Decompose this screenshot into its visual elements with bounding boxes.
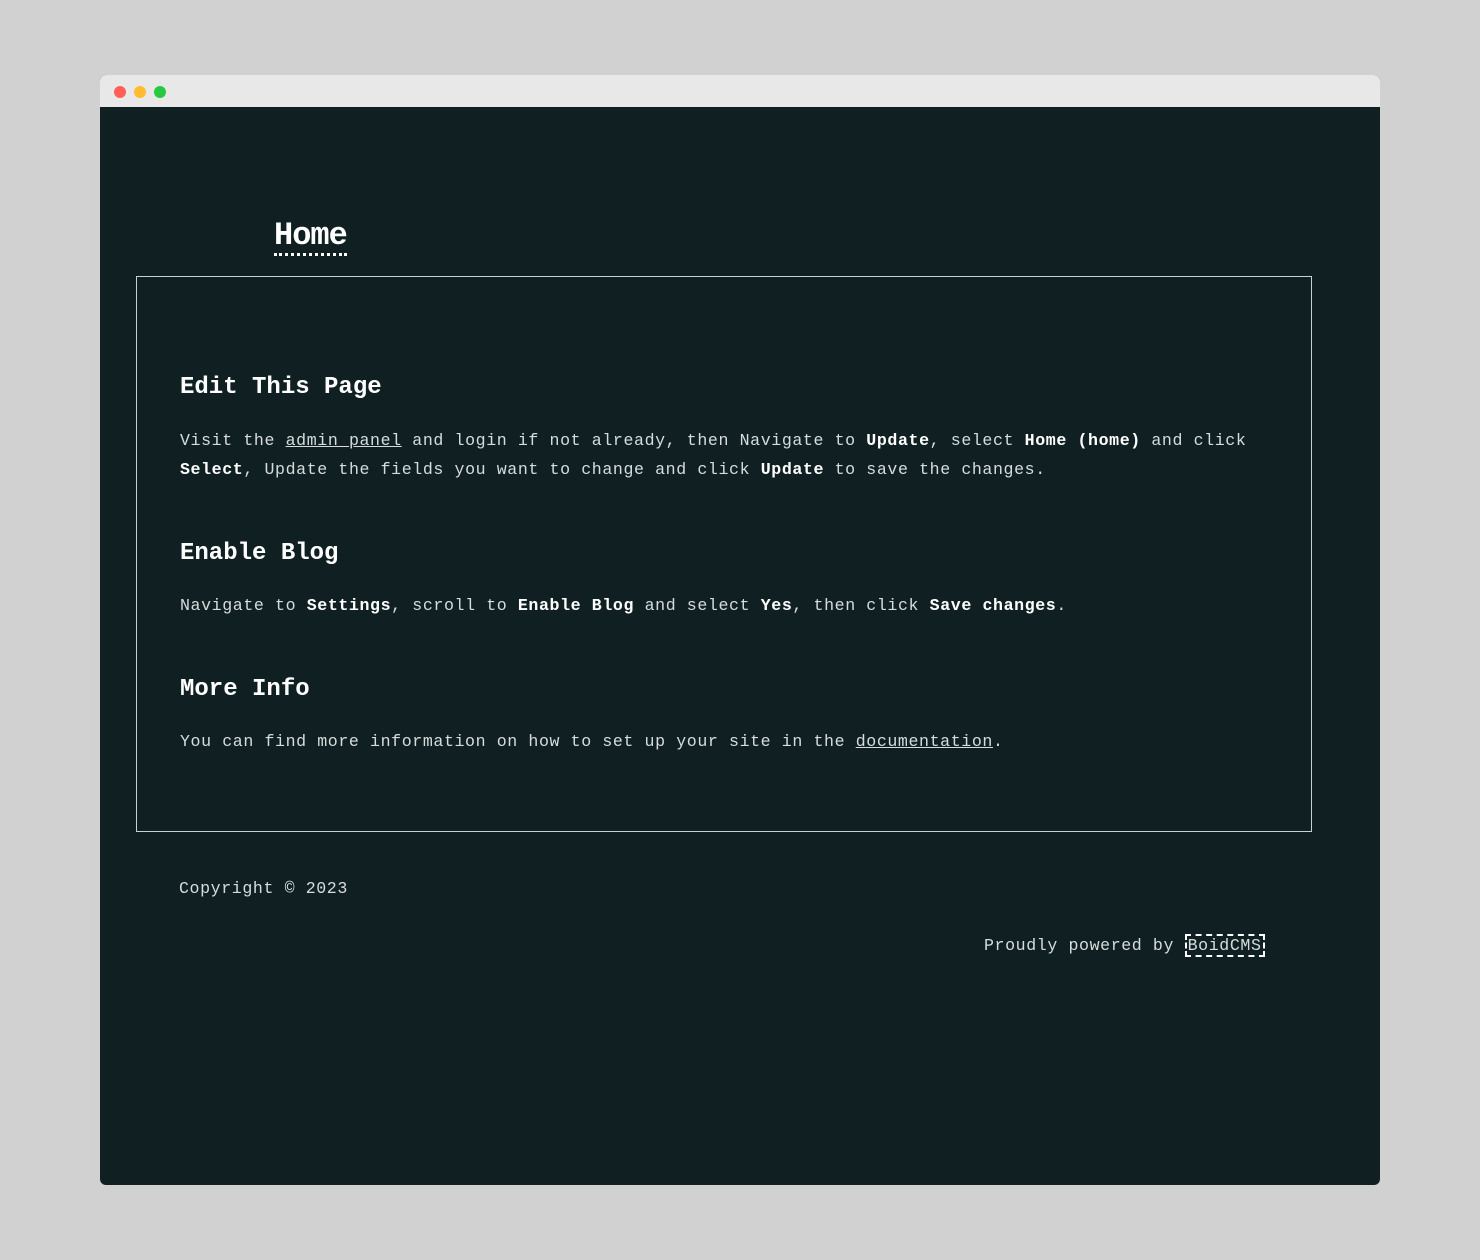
text: and click <box>1140 431 1247 450</box>
bold-text: Update <box>866 431 930 450</box>
bold-text: Settings <box>306 596 392 615</box>
text: You can find more information on how to … <box>180 732 856 751</box>
section-heading: Enable Blog <box>180 540 339 567</box>
bold-text: Yes <box>760 596 793 615</box>
section-paragraph: Navigate to Settings, scroll to Enable B… <box>180 591 1250 620</box>
text: Proudly powered by <box>984 936 1185 955</box>
window-titlebar <box>100 75 1380 107</box>
text: . <box>1056 596 1067 615</box>
text: , then click <box>792 596 930 615</box>
close-window-button[interactable] <box>114 86 126 98</box>
documentation-link[interactable]: documentation <box>856 732 993 751</box>
text: to save the changes. <box>824 460 1046 479</box>
text: , select <box>929 431 1025 450</box>
text: Navigate to <box>180 596 307 615</box>
bold-text: Select <box>180 460 244 479</box>
admin-panel-link[interactable]: admin panel <box>286 431 402 450</box>
section-paragraph: Visit the admin panel and login if not a… <box>180 426 1250 484</box>
bold-text: Update <box>760 460 825 479</box>
site-title-link[interactable]: Home <box>274 219 348 256</box>
bold-text: Enable Blog <box>517 596 635 615</box>
main-content-box: Edit This Page Visit the admin panel and… <box>136 276 1312 832</box>
section-heading: More Info <box>180 676 310 703</box>
browser-window: Home Edit This Page Visit the admin pane… <box>100 75 1380 1185</box>
text: , Update the fields you want to change a… <box>243 460 761 479</box>
bold-text: Save changes <box>929 596 1057 615</box>
section-heading: Edit This Page <box>180 374 382 401</box>
text: , scroll to <box>391 596 518 615</box>
minimize-window-button[interactable] <box>134 86 146 98</box>
maximize-window-button[interactable] <box>154 86 166 98</box>
footer-powered-by: Proudly powered by BoidCMS <box>984 934 1265 957</box>
boidcms-link[interactable]: BoidCMS <box>1184 934 1265 957</box>
text: Visit the <box>180 431 286 450</box>
text: and login if not already, then Navigate … <box>401 431 867 450</box>
footer-copyright: Copyright © 2023 <box>179 879 348 898</box>
bold-text: Home (home) <box>1024 431 1141 450</box>
section-paragraph: You can find more information on how to … <box>180 727 1250 756</box>
text: and select <box>634 596 761 615</box>
text: . <box>992 732 1004 751</box>
